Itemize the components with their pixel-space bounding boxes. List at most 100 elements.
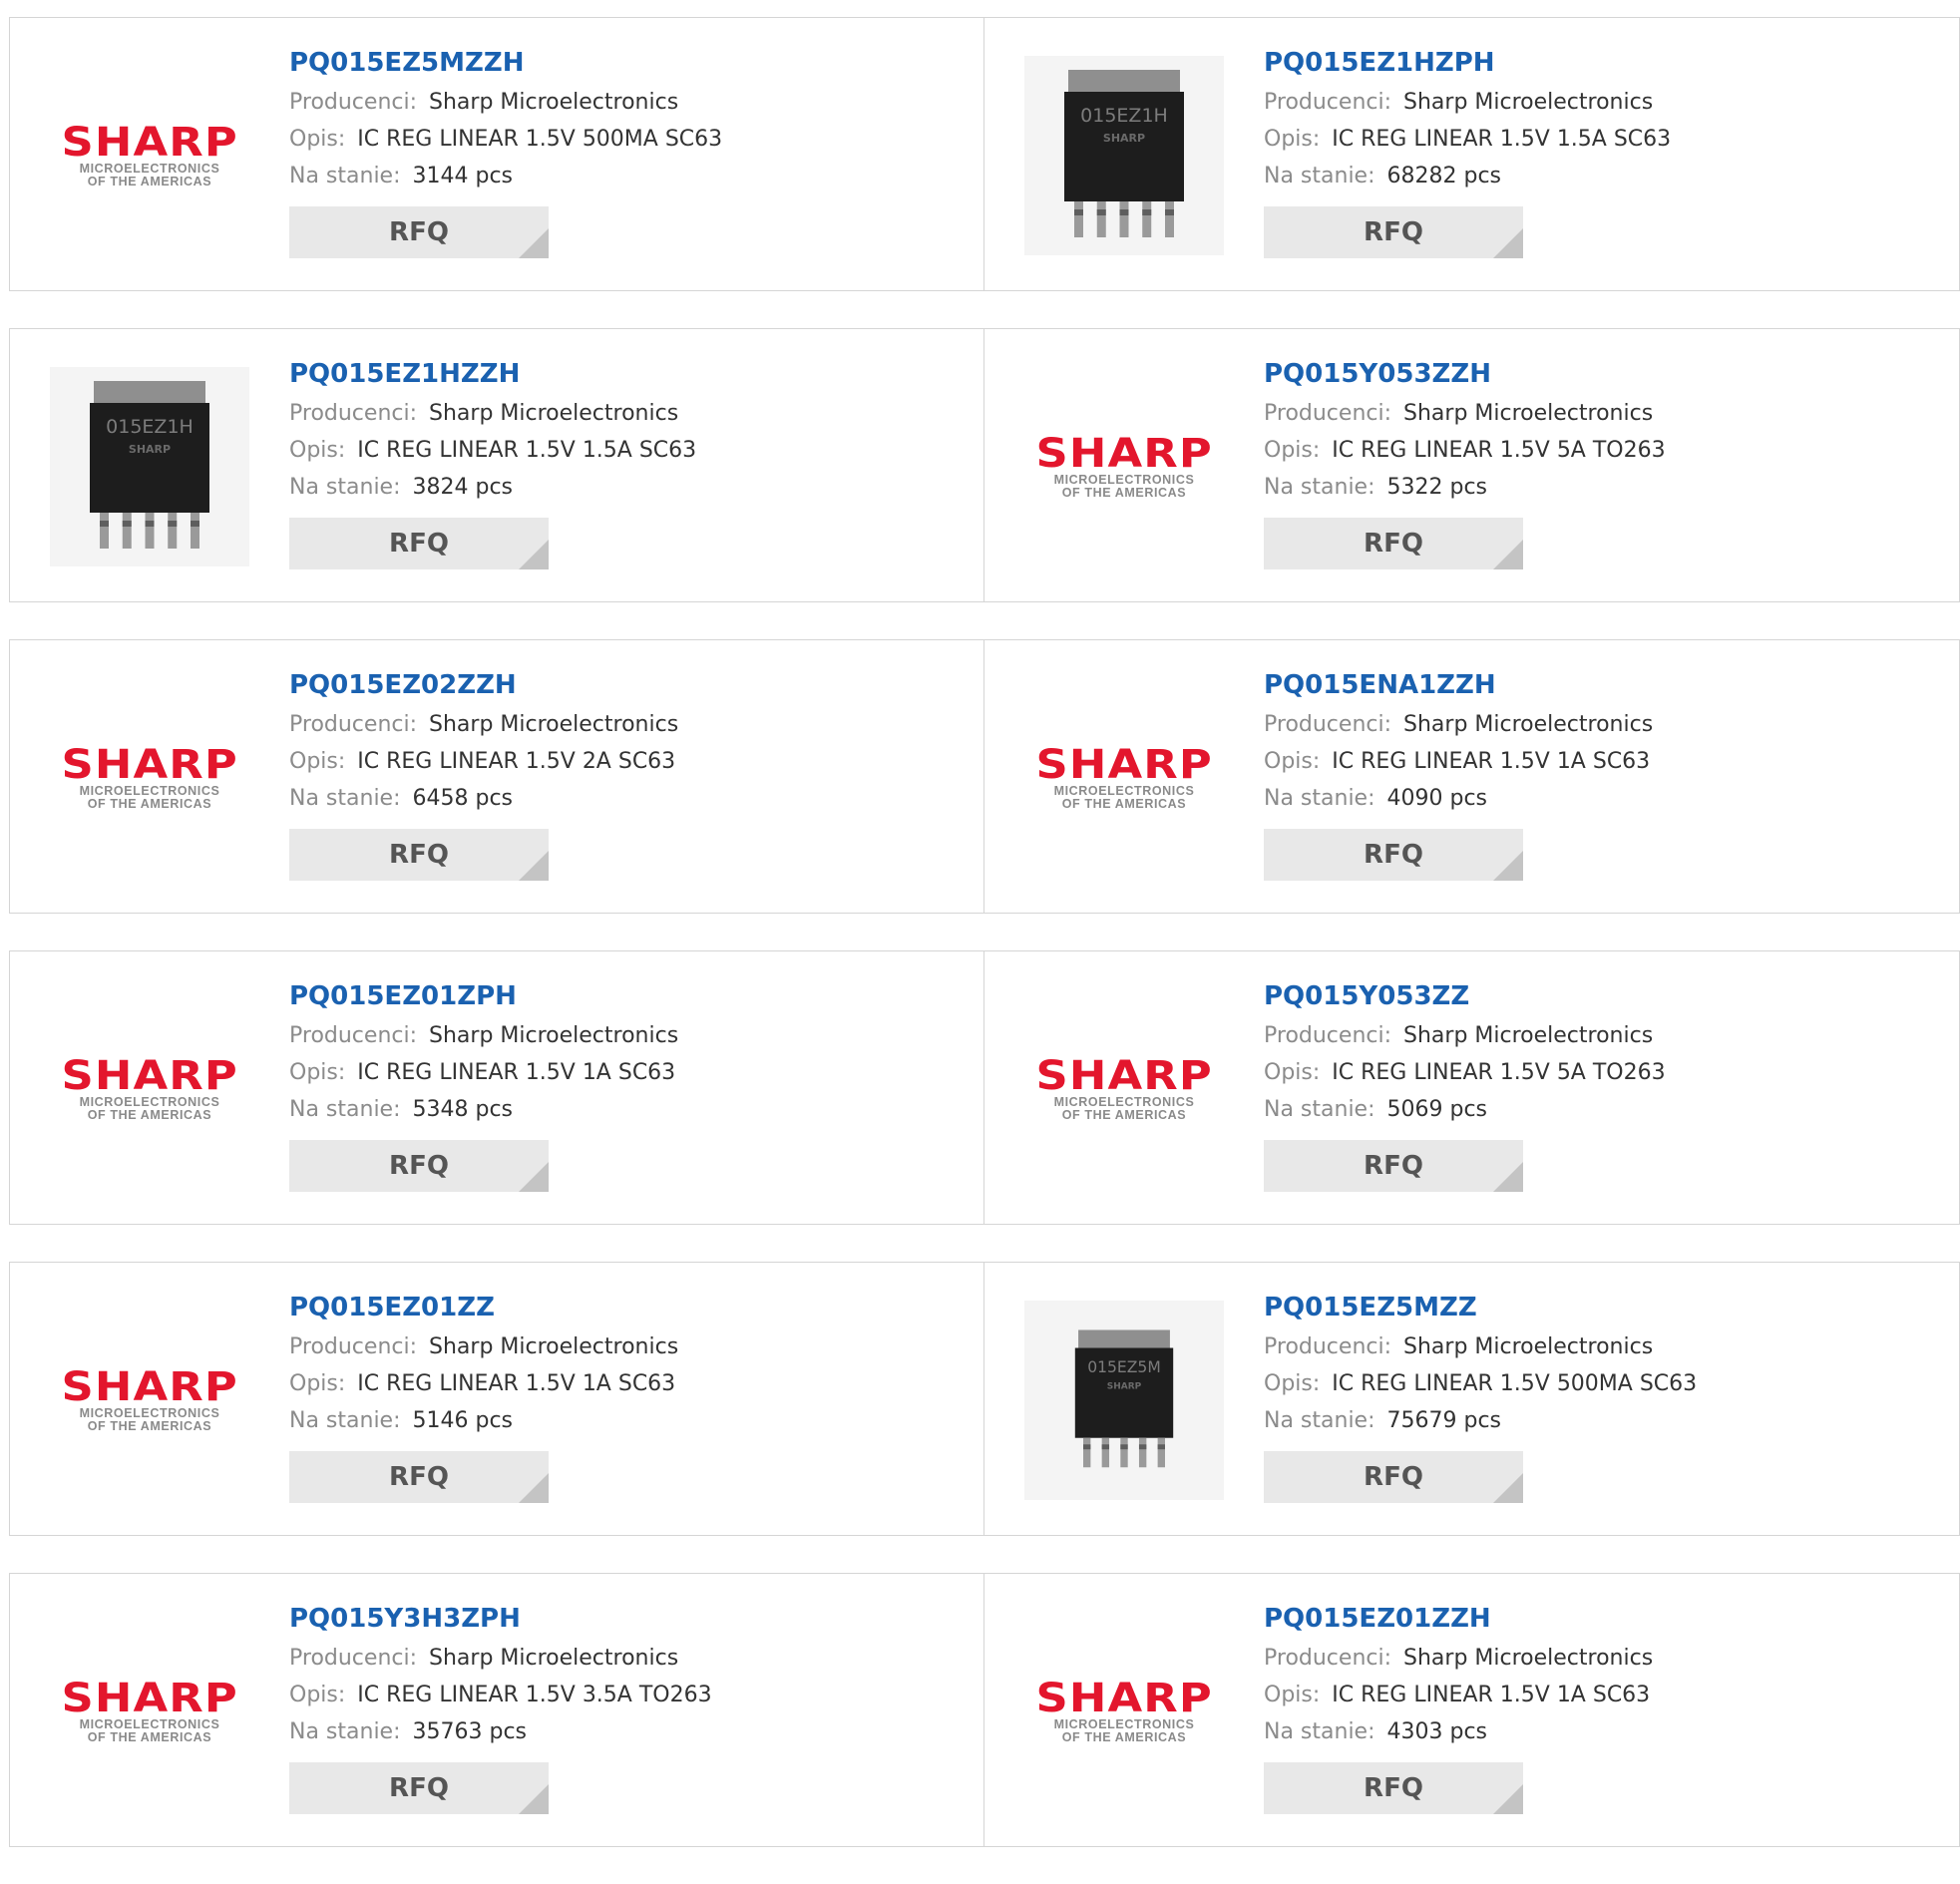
product-info: PQ015Y3H3ZPH Producenci: Sharp Microelect… <box>289 1602 712 1814</box>
rfq-button[interactable]: RFQ <box>289 1451 549 1503</box>
logo-word: SHARP <box>61 1053 238 1099</box>
corner-fold-icon <box>519 228 549 258</box>
description-value: IC REG LINEAR 1.5V 5A TO263 <box>1332 1060 1666 1085</box>
manufacturer-value: Sharp Microelectronics <box>429 1334 679 1359</box>
product-card: 015EZ1H SHARP PQ015EZ1HZZH Producenci: Sh… <box>9 328 984 602</box>
part-number-link[interactable]: PQ015EZ01ZZ <box>289 1291 678 1324</box>
rfq-button[interactable]: RFQ <box>1264 1140 1523 1192</box>
part-number-link[interactable]: PQ015Y3H3ZPH <box>289 1602 712 1636</box>
manufacturer-line: Producenci: Sharp Microelectronics <box>289 1640 712 1677</box>
stock-line: Na stanie: 5348 pcs <box>289 1091 678 1128</box>
product-row: SHARP MICROELECTRONICS OF THE AMERICAS P… <box>9 950 1960 1225</box>
part-number-link[interactable]: PQ015EZ1HZZH <box>289 357 696 391</box>
product-image-logo[interactable]: SHARP MICROELECTRONICS OF THE AMERICAS <box>50 1612 249 1811</box>
product-image-logo[interactable]: SHARP MICROELECTRONICS OF THE AMERICAS <box>50 56 249 255</box>
logo-word: SHARP <box>61 742 238 788</box>
corner-fold-icon <box>519 1162 549 1192</box>
description-label: Opis: <box>289 1060 346 1085</box>
stock-line: Na stanie: 68282 pcs <box>1264 158 1671 194</box>
sharp-logo: SHARP MICROELECTRONICS OF THE AMERICAS <box>61 123 236 188</box>
part-number-link[interactable]: PQ015EZ01ZZH <box>1264 1602 1653 1636</box>
product-info: PQ015EZ1HZPH Producenci: Sharp Microelect… <box>1264 46 1671 258</box>
product-image-chip[interactable]: 015EZ1H SHARP <box>1024 56 1224 255</box>
manufacturer-label: Producenci: <box>289 401 418 426</box>
product-image-logo[interactable]: SHARP MICROELECTRONICS OF THE AMERICAS <box>50 989 249 1189</box>
description-line: Opis: IC REG LINEAR 1.5V 1A SC63 <box>1264 743 1653 780</box>
product-info: PQ015Y053ZZH Producenci: Sharp Microelect… <box>1264 357 1666 569</box>
product-image-logo[interactable]: SHARP MICROELECTRONICS OF THE AMERICAS <box>1024 1612 1224 1811</box>
manufacturer-line: Producenci: Sharp Microelectronics <box>1264 84 1671 121</box>
stock-value: 4090 pcs <box>1386 786 1488 811</box>
product-image-chip[interactable]: 015EZ1H SHARP <box>50 367 249 566</box>
product-card: SHARP MICROELECTRONICS OF THE AMERICAS P… <box>9 1262 984 1536</box>
product-card: SHARP MICROELECTRONICS OF THE AMERICAS P… <box>9 950 984 1225</box>
rfq-label: RFQ <box>389 217 449 247</box>
rfq-button[interactable]: RFQ <box>1264 1762 1523 1814</box>
manufacturer-label: Producenci: <box>1264 90 1392 115</box>
product-card: SHARP MICROELECTRONICS OF THE AMERICAS P… <box>9 1573 984 1847</box>
product-image-logo[interactable]: SHARP MICROELECTRONICS OF THE AMERICAS <box>1024 989 1224 1189</box>
product-image-chip[interactable]: 015EZ5M SHARP <box>1024 1301 1224 1500</box>
rfq-button[interactable]: RFQ <box>289 206 549 258</box>
logo-word: SHARP <box>1035 742 1213 788</box>
manufacturer-line: Producenci: Sharp Microelectronics <box>1264 1017 1666 1054</box>
rfq-label: RFQ <box>389 1151 449 1181</box>
manufacturer-line: Producenci: Sharp Microelectronics <box>289 706 678 743</box>
product-info: PQ015EZ01ZPH Producenci: Sharp Microelect… <box>289 979 678 1192</box>
product-image-logo[interactable]: SHARP MICROELECTRONICS OF THE AMERICAS <box>1024 678 1224 878</box>
svg-text:015EZ1H: 015EZ1H <box>1080 105 1168 127</box>
logo-line-2: OF THE AMERICAS <box>1061 797 1187 811</box>
rfq-label: RFQ <box>1364 217 1423 247</box>
part-number-link[interactable]: PQ015Y053ZZH <box>1264 357 1666 391</box>
part-number-link[interactable]: PQ015Y053ZZ <box>1264 979 1666 1013</box>
stock-label: Na stanie: <box>1264 786 1375 811</box>
rfq-button[interactable]: RFQ <box>1264 1451 1523 1503</box>
chip-photo: 015EZ5M SHARP <box>1024 1301 1224 1500</box>
stock-line: Na stanie: 75679 pcs <box>1264 1402 1697 1439</box>
product-image-logo[interactable]: SHARP MICROELECTRONICS OF THE AMERICAS <box>50 1301 249 1500</box>
stock-label: Na stanie: <box>1264 164 1375 188</box>
stock-line: Na stanie: 3144 pcs <box>289 158 722 194</box>
description-label: Opis: <box>289 1371 346 1396</box>
part-number-link[interactable]: PQ015EZ5MZZH <box>289 46 722 80</box>
manufacturer-label: Producenci: <box>289 1334 418 1359</box>
rfq-button[interactable]: RFQ <box>289 829 549 881</box>
description-line: Opis: IC REG LINEAR 1.5V 2A SC63 <box>289 743 678 780</box>
part-number-link[interactable]: PQ015EZ01ZPH <box>289 979 678 1013</box>
product-info: PQ015ENA1ZZH Producenci: Sharp Microelect… <box>1264 668 1653 881</box>
rfq-label: RFQ <box>1364 1151 1423 1181</box>
rfq-button[interactable]: RFQ <box>289 1140 549 1192</box>
description-value: IC REG LINEAR 1.5V 500MA SC63 <box>1332 1371 1698 1396</box>
manufacturer-label: Producenci: <box>289 712 418 737</box>
rfq-button[interactable]: RFQ <box>289 518 549 569</box>
part-number-link[interactable]: PQ015EZ1HZPH <box>1264 46 1671 80</box>
product-info: PQ015EZ01ZZH Producenci: Sharp Microelect… <box>1264 1602 1653 1814</box>
part-number-link[interactable]: PQ015EZ02ZZH <box>289 668 678 702</box>
manufacturer-label: Producenci: <box>1264 1023 1392 1048</box>
part-number-link[interactable]: PQ015ENA1ZZH <box>1264 668 1653 702</box>
description-label: Opis: <box>1264 749 1321 774</box>
manufacturer-line: Producenci: Sharp Microelectronics <box>289 84 722 121</box>
manufacturer-label: Producenci: <box>1264 1646 1392 1671</box>
logo-line-2: OF THE AMERICAS <box>87 1108 212 1122</box>
stock-value: 5348 pcs <box>412 1097 514 1122</box>
rfq-button[interactable]: RFQ <box>1264 518 1523 569</box>
stock-value: 3144 pcs <box>412 164 514 188</box>
sharp-logo: SHARP MICROELECTRONICS OF THE AMERICAS <box>1035 1679 1211 1744</box>
manufacturer-line: Producenci: Sharp Microelectronics <box>289 395 696 432</box>
rfq-button[interactable]: RFQ <box>1264 206 1523 258</box>
product-image-logo[interactable]: SHARP MICROELECTRONICS OF THE AMERICAS <box>1024 367 1224 566</box>
rfq-button[interactable]: RFQ <box>289 1762 549 1814</box>
rfq-button[interactable]: RFQ <box>1264 829 1523 881</box>
description-value: IC REG LINEAR 1.5V 2A SC63 <box>357 749 676 774</box>
description-line: Opis: IC REG LINEAR 1.5V 5A TO263 <box>1264 432 1666 469</box>
corner-fold-icon <box>1493 1784 1523 1814</box>
manufacturer-line: Producenci: Sharp Microelectronics <box>289 1017 678 1054</box>
rfq-label: RFQ <box>389 1462 449 1492</box>
description-line: Opis: IC REG LINEAR 1.5V 1A SC63 <box>1264 1677 1653 1713</box>
stock-line: Na stanie: 4090 pcs <box>1264 780 1653 817</box>
description-value: IC REG LINEAR 1.5V 1A SC63 <box>357 1060 676 1085</box>
product-image-logo[interactable]: SHARP MICROELECTRONICS OF THE AMERICAS <box>50 678 249 878</box>
part-number-link[interactable]: PQ015EZ5MZZ <box>1264 1291 1697 1324</box>
logo-line-2: OF THE AMERICAS <box>87 175 212 188</box>
